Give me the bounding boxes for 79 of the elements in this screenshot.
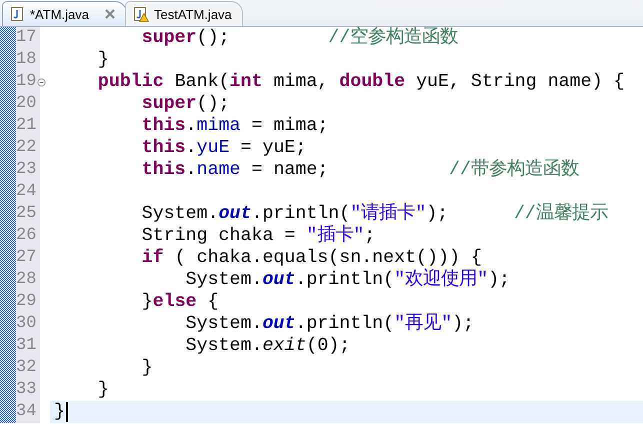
static-field: out: [218, 203, 252, 225]
code-text: Bank(: [174, 71, 230, 93]
string-literal: "请插卡": [350, 203, 426, 224]
close-icon[interactable]: [104, 8, 116, 20]
code-text: = yuE;: [240, 137, 306, 159]
code-text: }: [96, 379, 109, 401]
editor-tab[interactable]: *ATM.java: [2, 1, 127, 26]
line-number: 24: [16, 182, 36, 201]
code-text: yuE, String name) {: [415, 71, 625, 93]
keyword: this: [140, 159, 186, 181]
keyword: public: [96, 71, 164, 93]
string-literal: "再见": [394, 313, 452, 335]
fold-icon[interactable]: [37, 78, 46, 87]
string-literal: "欢迎使用": [394, 269, 488, 291]
code-text: .println(: [251, 203, 350, 224]
code-text: = name;: [250, 159, 328, 181]
line-number: 17: [16, 28, 36, 47]
code-text: .println(: [295, 269, 394, 291]
line-number: 23: [16, 160, 36, 179]
code-text: System.: [184, 313, 262, 335]
line-number: 30: [16, 314, 36, 333]
code-text: }: [96, 49, 109, 71]
code-text: .println(: [295, 313, 394, 335]
static-method: exit: [262, 335, 306, 357]
line-number: 31: [16, 336, 36, 355]
keyword: super: [140, 93, 197, 115]
code-text: .: [186, 115, 197, 137]
line-number: 28: [16, 270, 36, 289]
code-text: .: [186, 137, 197, 159]
line-number: 27: [16, 248, 36, 267]
code-text: String chaka =: [140, 225, 296, 247]
keyword: else: [152, 291, 197, 313]
code-comment: //空参构造函数: [327, 27, 458, 49]
code-text: );: [452, 313, 474, 335]
keyword: int: [230, 71, 262, 93]
line-number: 25: [16, 204, 36, 223]
code-text: }: [140, 291, 153, 313]
line-number: 18: [16, 50, 36, 69]
code-text: ( chaka.equals(sn.next())) {: [174, 247, 482, 268]
code-text: = mima;: [250, 115, 328, 137]
code-text: ();: [196, 93, 230, 115]
static-field: out: [262, 313, 296, 335]
code-text: mima,: [272, 71, 330, 93]
line-number: 34: [16, 402, 36, 421]
code-text: ();: [196, 27, 230, 49]
keyword: super: [140, 27, 197, 49]
line-number: 32: [16, 358, 36, 377]
code-text: );: [426, 203, 448, 225]
code-text: {: [206, 291, 219, 313]
code-comment: //温馨提示: [512, 203, 608, 225]
static-field: out: [262, 269, 296, 291]
code-text: System.: [140, 203, 219, 225]
line-number: 29: [16, 292, 36, 311]
keyword: this: [140, 137, 186, 159]
string-literal: "插卡": [306, 225, 364, 247]
line-number: 20: [16, 94, 36, 113]
field-name: name: [196, 159, 241, 181]
code-text: System.: [184, 269, 262, 291]
code-text: }: [140, 357, 153, 379]
line-number: 33: [16, 380, 36, 399]
line-number: 26: [16, 226, 36, 245]
keyword: double: [339, 71, 406, 93]
code-text: .: [186, 159, 197, 181]
field-name: yuE: [196, 137, 230, 159]
editor-tab[interactable]: TestATM.java: [125, 1, 243, 26]
code-comment: //带参构造函数: [448, 159, 579, 181]
field-name: mima: [196, 115, 241, 137]
code-text: }: [54, 401, 65, 423]
code-text: System.: [184, 335, 262, 357]
text-cursor: [66, 402, 68, 422]
line-number: 19: [16, 72, 36, 91]
code-text: ;: [364, 225, 376, 247]
line-number: 21: [16, 116, 36, 135]
code-text: (0);: [306, 335, 350, 357]
code-text: );: [488, 269, 510, 291]
line-number: 22: [16, 138, 36, 157]
java-file-icon: [9, 6, 25, 22]
keyword: if: [140, 247, 164, 269]
keyword: this: [140, 115, 186, 137]
